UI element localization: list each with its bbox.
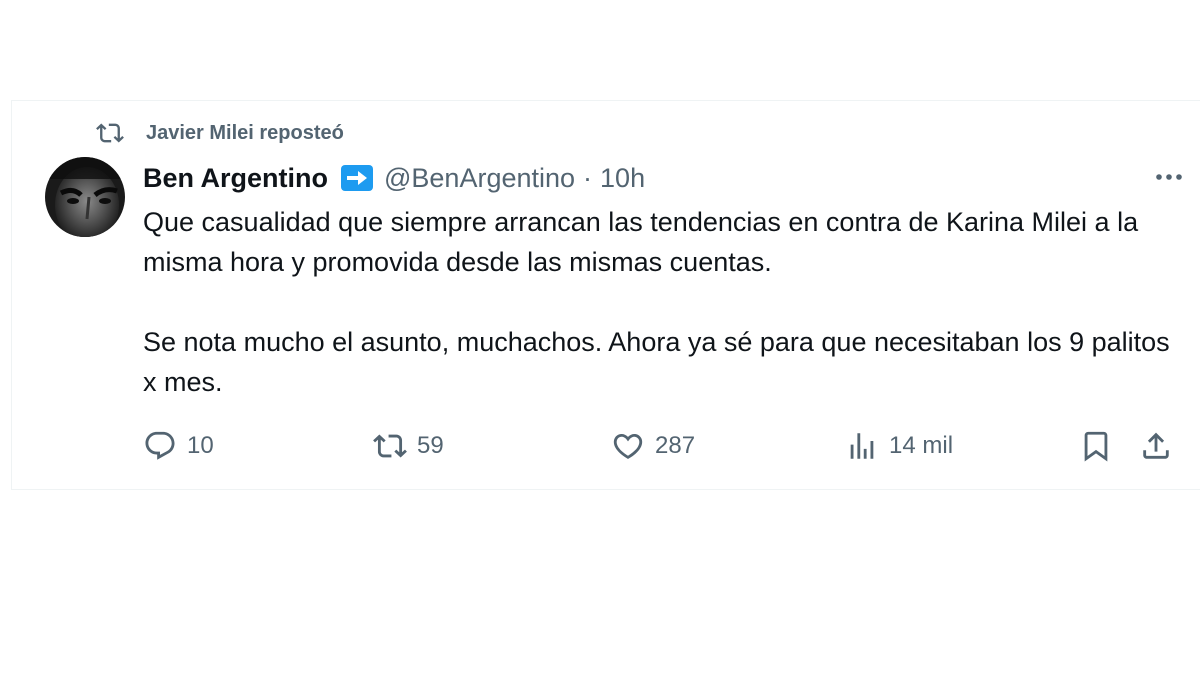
separator-dot: · [583,162,593,193]
tweet-paragraph: Se nota mucho el asunto, muchachos. Ahor… [143,327,1170,397]
views-button[interactable]: 14 mil [845,426,953,466]
post-time[interactable]: 10h [600,163,645,194]
repost-indicator[interactable]: Javier Milei reposteó [94,119,344,147]
tweet-header: Ben Argentino @BenArgentino · 10h [143,161,645,195]
avatar-image [45,157,125,237]
reply-icon [145,431,175,460]
arrow-right-badge-icon [341,165,373,191]
author-handle[interactable]: @BenArgentino [384,163,575,194]
avatar[interactable] [45,157,125,237]
reply-count: 10 [187,432,214,459]
like-button[interactable]: 287 [611,426,695,466]
repost-icon [96,123,124,143]
tweet-text: Que casualidad que siempre arrancan las … [143,202,1183,402]
tweet-paragraph: Que casualidad que siempre arrancan las … [143,207,1139,277]
views-count: 14 mil [889,432,954,459]
repost-label[interactable]: Javier Milei reposteó [146,122,344,145]
like-count: 287 [655,432,696,459]
reply-button[interactable]: 10 [143,426,214,466]
share-icon [1143,432,1169,459]
views-chart-icon [850,433,874,459]
action-bar: 10 59 287 14 mil [143,426,1183,466]
author-name[interactable]: Ben Argentino [143,163,328,194]
heart-icon [613,433,643,459]
more-options-icon[interactable] [1152,165,1186,189]
repost-button[interactable]: 59 [373,426,444,466]
share-button[interactable] [1139,426,1173,466]
tweet-card[interactable]: Javier Milei reposteó Ben Argentino @Ben… [11,100,1200,490]
repost-count: 59 [417,432,444,459]
repost-icon [373,434,407,458]
bookmark-button[interactable] [1079,426,1113,466]
bookmark-icon [1084,431,1108,462]
